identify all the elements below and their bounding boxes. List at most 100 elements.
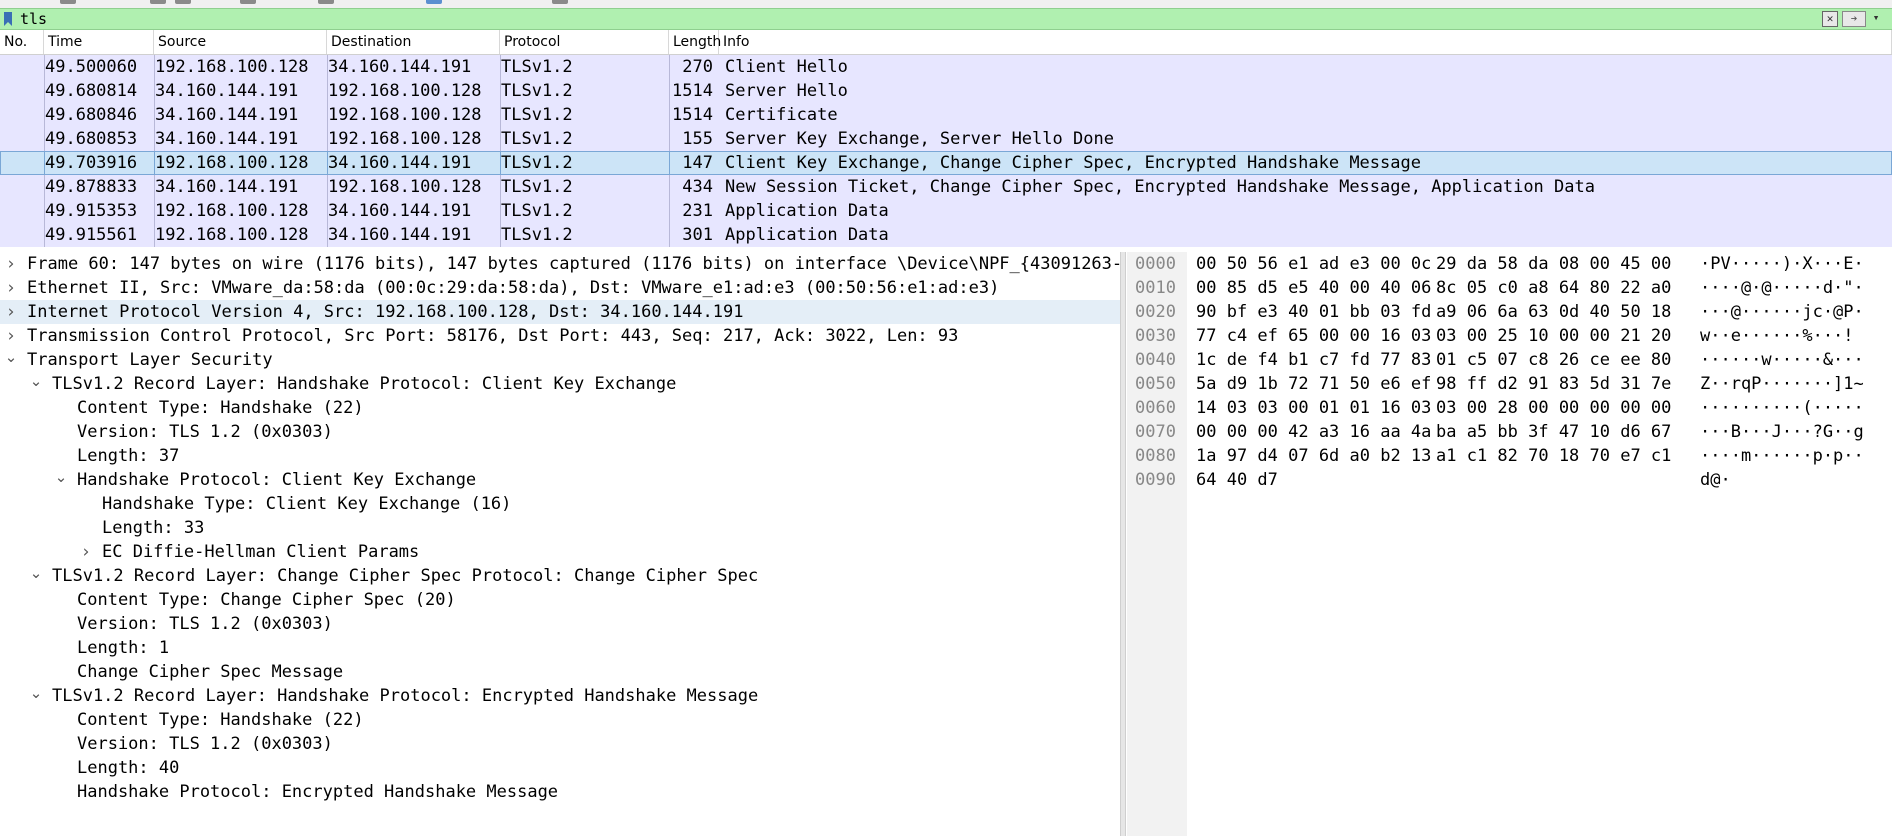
- chevron-right-icon[interactable]: ›: [4, 252, 18, 276]
- bytes-hex-second[interactable]: 01 c5 07 c8 26 ce ee 80: [1436, 348, 1671, 372]
- toolbar-close-icon[interactable]: [175, 0, 191, 4]
- chevron-down-icon[interactable]: ⌄: [29, 372, 43, 396]
- packet-cell-time: 49.915561: [45, 225, 138, 245]
- bytes-offset: 0070: [1135, 422, 1176, 442]
- bytes-hex-first[interactable]: 1a 97 d4 07 6d a0 b2 13: [1196, 444, 1431, 468]
- bytes-hex-first[interactable]: 00 00 00 42 a3 16 aa 4a: [1196, 420, 1431, 444]
- bytes-ascii[interactable]: d@·: [1700, 468, 1731, 492]
- detail-tree-item[interactable]: Handshake Protocol: Encrypted Handshake …: [0, 780, 1120, 804]
- bytes-hex-first[interactable]: 00 85 d5 e5 40 00 40 06: [1196, 276, 1431, 300]
- bytes-hex-second[interactable]: a1 c1 82 70 18 70 e7 c1: [1436, 444, 1671, 468]
- detail-tree-item[interactable]: Change Cipher Spec Message: [0, 660, 1120, 684]
- bytes-hex-second[interactable]: 29 da 58 da 08 00 45 00: [1436, 252, 1671, 276]
- bytes-hex-first[interactable]: 14 03 03 00 01 01 16 03: [1196, 396, 1431, 420]
- pane-splitter[interactable]: [1120, 252, 1126, 836]
- column-header-time[interactable]: Time: [44, 30, 154, 54]
- detail-tree-label: Content Type: Handshake (22): [77, 710, 364, 730]
- detail-tree-item[interactable]: › Ethernet II, Src: VMware_da:58:da (00:0…: [0, 276, 1120, 300]
- detail-tree-item[interactable]: › EC Diffie-Hellman Client Params: [0, 540, 1120, 564]
- detail-tree-item[interactable]: Content Type: Handshake (22): [0, 396, 1120, 420]
- packet-row[interactable]: 49.680846 34.160.144.191 192.168.100.128 TL…: [0, 103, 1892, 127]
- toolbar-colorize-icon[interactable]: [318, 0, 334, 4]
- detail-tree-item[interactable]: Version: TLS 1.2 (0x0303): [0, 732, 1120, 756]
- detail-tree-item[interactable]: Handshake Type: Client Key Exchange (16): [0, 492, 1120, 516]
- column-header-destination[interactable]: Destination: [327, 30, 500, 54]
- display-filter-input[interactable]: [20, 9, 1820, 29]
- bytes-hex-first[interactable]: 90 bf e3 40 01 bb 03 fd: [1196, 300, 1431, 324]
- toolbar-open-icon[interactable]: [60, 0, 76, 4]
- detail-tree-item[interactable]: › Frame 60: 147 bytes on wire (1176 bits)…: [0, 252, 1120, 276]
- detail-tree-item[interactable]: Length: 1: [0, 636, 1120, 660]
- toolbar-resize-icon[interactable]: [552, 0, 568, 4]
- bytes-ascii[interactable]: ····m······p·p··: [1700, 444, 1864, 468]
- packet-cell-source: 192.168.100.128: [155, 201, 309, 221]
- bytes-ascii[interactable]: ······w·····&···: [1700, 348, 1864, 372]
- toolbar-save-icon[interactable]: [150, 0, 166, 4]
- bytes-hex-second[interactable]: 98 ff d2 91 83 5d 31 7e: [1436, 372, 1671, 396]
- detail-tree-item[interactable]: Length: 40: [0, 756, 1120, 780]
- bytes-hex-second[interactable]: 03 00 25 10 00 00 21 20: [1436, 324, 1671, 348]
- bytes-ascii[interactable]: ···B···J···?G··g: [1700, 420, 1864, 444]
- chevron-down-icon[interactable]: ⌄: [29, 684, 43, 708]
- detail-tree-item[interactable]: Content Type: Change Cipher Spec (20): [0, 588, 1120, 612]
- chevron-down-icon[interactable]: ⌄: [4, 348, 18, 372]
- packet-row[interactable]: 49.680853 34.160.144.191 192.168.100.128 TL…: [0, 127, 1892, 151]
- toolbar-find-icon[interactable]: [240, 0, 256, 4]
- bytes-row: 0070 00 00 00 42 a3 16 aa 4a ba a5 bb 3f 4…: [1127, 420, 1892, 444]
- bytes-hex-second[interactable]: 8c 05 c0 a8 64 80 22 a0: [1436, 276, 1671, 300]
- bytes-hex-second[interactable]: a9 06 6a 63 0d 40 50 18: [1436, 300, 1671, 324]
- detail-tree-item[interactable]: Version: TLS 1.2 (0x0303): [0, 420, 1120, 444]
- detail-tree-item[interactable]: › Internet Protocol Version 4, Src: 192.1…: [0, 300, 1120, 324]
- packet-cell-info: Application Data: [725, 201, 889, 221]
- apply-filter-icon[interactable]: ➔: [1842, 11, 1866, 27]
- chevron-right-icon[interactable]: ›: [4, 300, 18, 324]
- bytes-row: 0040 1c de f4 b1 c7 fd 77 83 01 c5 07 c8 2…: [1127, 348, 1892, 372]
- bytes-hex-first[interactable]: 77 c4 ef 65 00 00 16 03: [1196, 324, 1431, 348]
- bytes-hex-second[interactable]: 03 00 28 00 00 00 00 00: [1436, 396, 1671, 420]
- column-header-source[interactable]: Source: [154, 30, 327, 54]
- column-header-info[interactable]: Info: [719, 30, 1892, 54]
- detail-tree-item[interactable]: › Transmission Control Protocol, Src Port…: [0, 324, 1120, 348]
- chevron-down-icon[interactable]: ▾: [1870, 11, 1882, 25]
- bytes-ascii[interactable]: ····@·@·····d·"·: [1700, 276, 1864, 300]
- chevron-right-icon[interactable]: ›: [4, 324, 18, 348]
- chevron-down-icon[interactable]: ⌄: [29, 564, 43, 588]
- detail-tree-item[interactable]: ⌄ Handshake Protocol: Client Key Exchange: [0, 468, 1120, 492]
- clear-filter-icon[interactable]: ✕: [1822, 11, 1838, 27]
- bytes-hex-first[interactable]: 00 50 56 e1 ad e3 00 0c: [1196, 252, 1431, 276]
- column-header-no[interactable]: No.: [0, 30, 44, 54]
- bookmark-icon[interactable]: [4, 12, 12, 26]
- packet-row[interactable]: 49.915353 192.168.100.128 34.160.144.191 TL…: [0, 199, 1892, 223]
- packet-row[interactable]: 49.878833 34.160.144.191 192.168.100.128 TL…: [0, 175, 1892, 199]
- column-header-length[interactable]: Length: [669, 30, 721, 54]
- detail-tree-item[interactable]: ⌄ TLSv1.2 Record Layer: Change Cipher Spe…: [0, 564, 1120, 588]
- packet-row[interactable]: 49.680814 34.160.144.191 192.168.100.128 TL…: [0, 79, 1892, 103]
- chevron-down-icon[interactable]: ⌄: [54, 468, 68, 492]
- detail-tree-label: Handshake Type: Client Key Exchange (16): [102, 494, 512, 514]
- detail-tree-item[interactable]: ⌄ TLSv1.2 Record Layer: Handshake Protoco…: [0, 372, 1120, 396]
- detail-tree-item[interactable]: ⌄ TLSv1.2 Record Layer: Handshake Protoco…: [0, 684, 1120, 708]
- bytes-ascii[interactable]: w··e······%···!: [1700, 324, 1854, 348]
- bytes-hex-second[interactable]: ba a5 bb 3f 47 10 d6 67: [1436, 420, 1671, 444]
- chevron-right-icon[interactable]: ›: [79, 540, 93, 564]
- detail-tree-item[interactable]: Content Type: Handshake (22): [0, 708, 1120, 732]
- display-filter-bar: ✕ ➔ ▾: [0, 8, 1892, 30]
- packet-row[interactable]: 49.500060 192.168.100.128 34.160.144.191 TL…: [0, 55, 1892, 79]
- chevron-right-icon[interactable]: ›: [4, 276, 18, 300]
- bytes-ascii[interactable]: ···@······jc·@P·: [1700, 300, 1864, 324]
- bytes-ascii[interactable]: ·PV·····)·X···E·: [1700, 252, 1864, 276]
- bytes-hex-first[interactable]: 5a d9 1b 72 71 50 e6 ef: [1196, 372, 1431, 396]
- bytes-ascii[interactable]: ··········(·····: [1700, 396, 1864, 420]
- detail-tree-item[interactable]: Version: TLS 1.2 (0x0303): [0, 612, 1120, 636]
- bytes-hex-first[interactable]: 64 40 d7: [1196, 468, 1278, 492]
- detail-tree-item[interactable]: Length: 37: [0, 444, 1120, 468]
- toolbar-autoscroll-icon[interactable]: [426, 0, 442, 4]
- bytes-ascii[interactable]: Z··rqP·······]1~: [1700, 372, 1864, 396]
- bytes-hex-first[interactable]: 1c de f4 b1 c7 fd 77 83: [1196, 348, 1431, 372]
- detail-tree-item[interactable]: Length: 33: [0, 516, 1120, 540]
- detail-tree-item[interactable]: ⌄ Transport Layer Security: [0, 348, 1120, 372]
- column-header-protocol[interactable]: Protocol: [500, 30, 669, 54]
- packet-row[interactable]: 49.703916 192.168.100.128 34.160.144.191 TL…: [0, 151, 1892, 175]
- packet-row[interactable]: 49.915561 192.168.100.128 34.160.144.191 TL…: [0, 223, 1892, 247]
- packet-cell-destination: 192.168.100.128: [328, 105, 482, 125]
